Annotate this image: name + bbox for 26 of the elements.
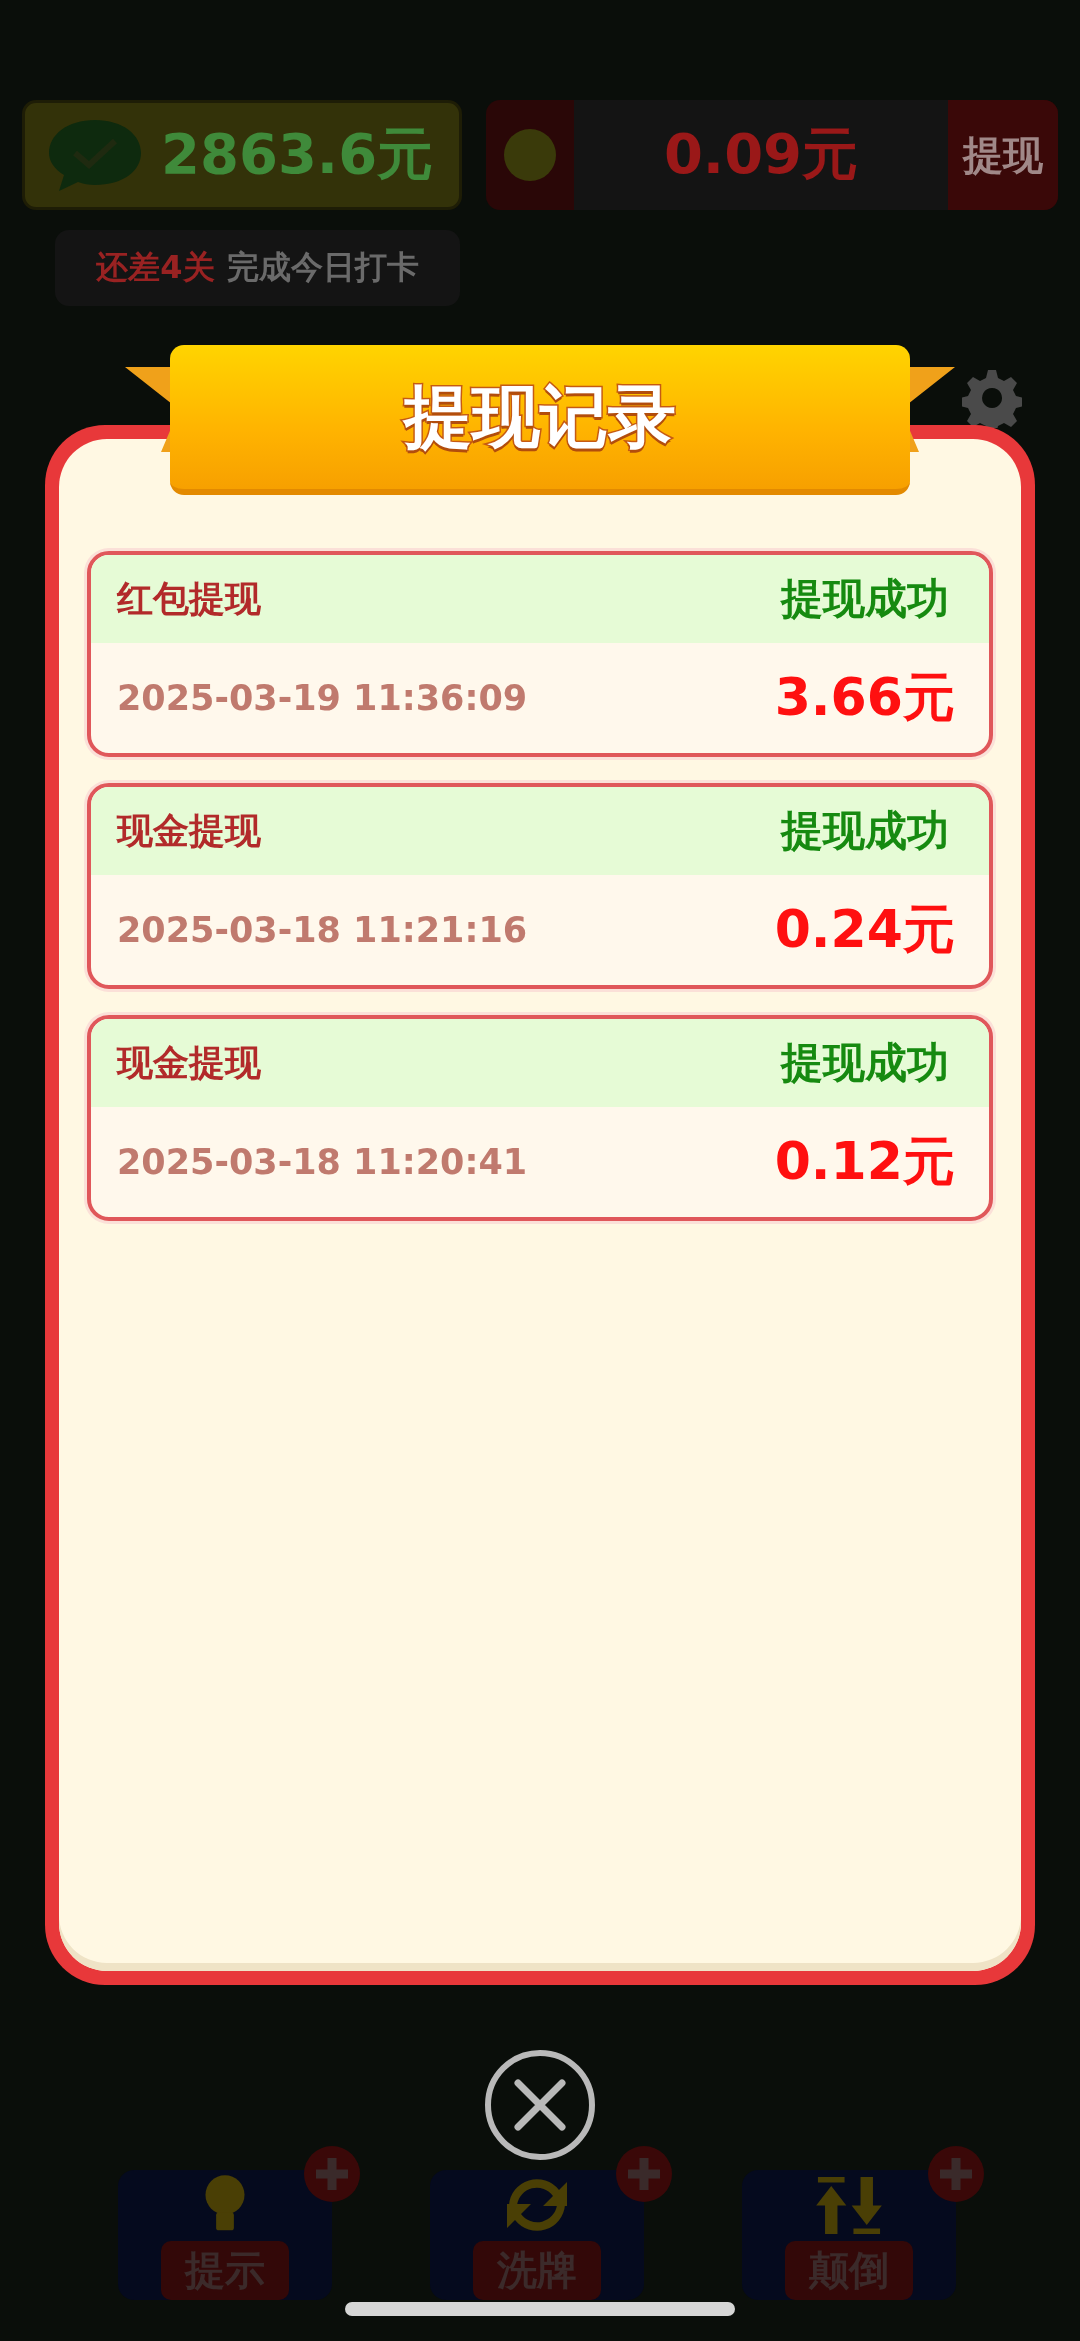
timestamp: 2025-03-18 11:21:16: [117, 910, 528, 950]
cash-amount: 0.09元: [574, 100, 948, 210]
withdrawal-type: 现金提现: [117, 808, 261, 853]
amount: 0.12元: [774, 1130, 955, 1193]
withdrawal-type: 红包提现: [117, 576, 261, 621]
withdraw-button[interactable]: 提现: [948, 100, 1058, 210]
amount: 3.66元: [774, 666, 955, 729]
balance-amount: 2863.6元: [161, 120, 434, 188]
status-label: 提现成功: [781, 805, 949, 857]
amount: 0.24元: [774, 898, 955, 961]
plus-icon[interactable]: [302, 2144, 362, 2204]
goal-label: 完成今日打卡: [226, 247, 419, 288]
close-icon: [512, 2077, 568, 2133]
coin-icon: [502, 127, 558, 183]
home-indicator[interactable]: [345, 2302, 735, 2316]
plus-icon[interactable]: [926, 2144, 986, 2204]
plus-icon[interactable]: [614, 2144, 674, 2204]
status-label: 提现成功: [781, 1037, 949, 1089]
modal-title: 提现记录: [404, 375, 676, 458]
timestamp: 2025-03-19 11:36:09: [117, 678, 528, 718]
levels-left-label: 还差4关: [96, 247, 215, 288]
status-label: 提现成功: [781, 573, 949, 625]
close-button[interactable]: [485, 2050, 595, 2160]
timestamp: 2025-03-18 11:20:41: [117, 1142, 528, 1182]
withdrawal-type: 现金提现: [117, 1040, 261, 1085]
settings-icon[interactable]: [962, 368, 1022, 428]
